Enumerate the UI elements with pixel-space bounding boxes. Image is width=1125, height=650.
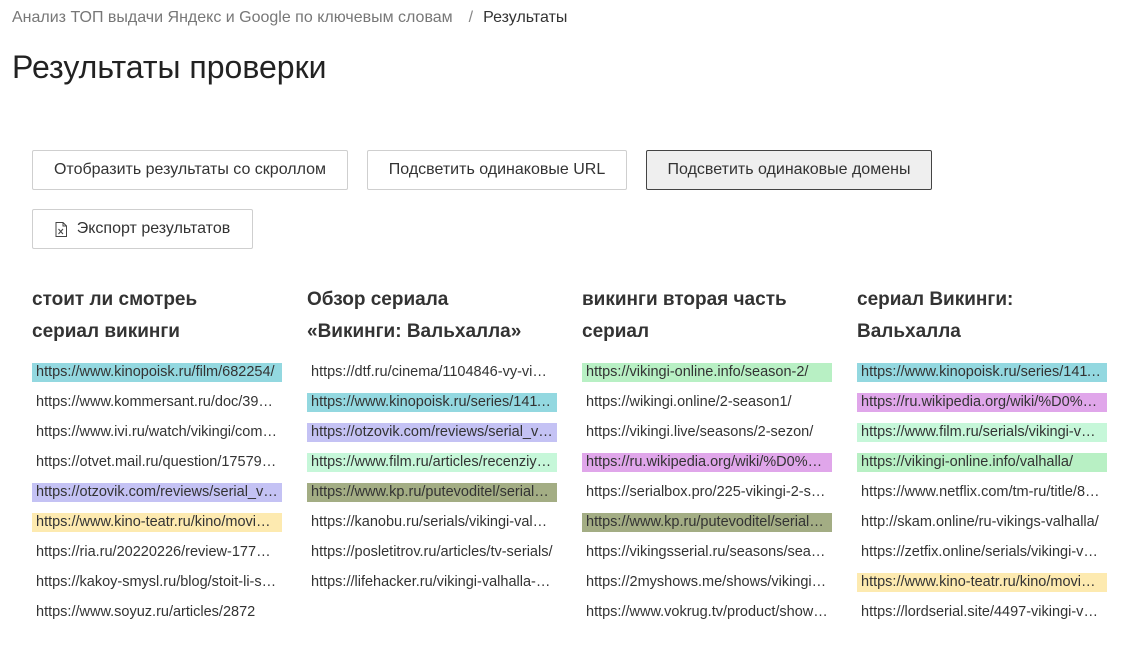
result-url-link[interactable]: https://www.netflix.com/tm-ru/title/8114… (857, 483, 1107, 502)
results-column: Обзор сериала «Викинги: Вальхалла» https… (307, 284, 557, 603)
result-url-link[interactable]: https://ru.wikipedia.org/wiki/%D0%92%D0%… (857, 393, 1107, 412)
keyword-title-line-1: викинги вторая часть (582, 289, 787, 310)
keyword-title-line-1: Обзор сериала (307, 289, 449, 310)
result-url-link[interactable]: https://vikingi.live/seasons/2-sezon/ (582, 423, 832, 442)
result-url-link[interactable]: https://vikingi-online.info/season-2/ (582, 363, 832, 382)
result-url-link[interactable]: https://otzovik.com/reviews/serial_vikin… (307, 423, 557, 442)
result-url-link[interactable]: https://zetfix.online/serials/vikingi-va… (857, 543, 1107, 562)
result-url-link[interactable]: https://www.film.ru/serials/vikingi-valh… (857, 423, 1107, 442)
keyword-title-line-1: сериал Викинги: (857, 289, 1014, 310)
breadcrumb-separator: / (468, 9, 474, 26)
export-results-label: Экспорт результатов (76, 220, 231, 237)
result-url-link[interactable]: https://lifehacker.ru/vikingi-valhalla-o… (307, 573, 557, 592)
highlight-same-domains-button[interactable]: Подсветить одинаковые домены (646, 150, 932, 190)
url-list: https://vikingi-online.info/season-2/htt… (582, 363, 832, 622)
result-url-link[interactable]: https://www.ivi.ru/watch/vikingi/compila… (32, 423, 282, 442)
result-url-link[interactable]: https://vikingi-online.info/valhalla/ (857, 453, 1107, 472)
keyword-title: викинги вторая часть сериал (582, 284, 832, 348)
result-url-link[interactable]: https://www.kino-teatr.ru/kino/movie/hol… (857, 573, 1107, 592)
breadcrumb: Анализ ТОП выдачи Яндекс и Google по клю… (12, 9, 567, 27)
url-list: https://dtf.ru/cinema/1104846-vy-vikingi… (307, 363, 557, 592)
breadcrumb-parent-link[interactable]: Анализ ТОП выдачи Яндекс и Google по клю… (12, 9, 453, 26)
keyword-title-line-1: стоит ли смотреь (32, 289, 198, 310)
result-url-link[interactable]: https://www.kino-teatr.ru/kino/movie/sov… (32, 513, 282, 532)
results-column: сериал Викинги: Вальхалла https://www.ki… (857, 284, 1107, 633)
keyword-title-line-2: сериал (582, 321, 650, 342)
result-url-link[interactable]: https://otvet.mail.ru/question/175790213 (32, 453, 282, 472)
result-url-link[interactable]: https://wikingi.online/2-season1/ (582, 393, 832, 412)
result-url-link[interactable]: http://skam.online/ru-vikings-valhalla/ (857, 513, 1107, 532)
result-url-link[interactable]: https://ria.ru/20220226/review-1775162.h… (32, 543, 282, 562)
breadcrumb-current: Результаты (483, 9, 568, 26)
result-url-link[interactable]: https://lordserial.site/4497-vikingi-val… (857, 603, 1107, 622)
result-url-link[interactable]: https://2myshows.me/shows/vikingi-2-sezo… (582, 573, 832, 592)
result-url-link[interactable]: https://ru.wikipedia.org/wiki/%D0%92%D0%… (582, 453, 832, 472)
page-title: Результаты проверки (12, 49, 327, 85)
url-list: https://www.kinopoisk.ru/film/682254/htt… (32, 363, 282, 622)
export-results-button[interactable]: Экспорт результатов (32, 209, 253, 249)
keyword-title-line-2: Вальхалла (857, 321, 961, 342)
result-url-link[interactable]: https://www.kommersant.ru/doc/3905431 (32, 393, 282, 412)
show-with-scroll-button[interactable]: Отобразить результаты со скроллом (32, 150, 348, 190)
result-url-link[interactable]: https://www.kinopoisk.ru/series/1411111/ (307, 393, 557, 412)
result-url-link[interactable]: https://www.vokrug.tv/product/show/vikin… (582, 603, 832, 622)
file-excel-icon (55, 221, 67, 237)
keyword-title: стоит ли смотреь сериал викинги (32, 284, 282, 348)
result-url-link[interactable]: https://kakoy-smysl.ru/blog/stoit-li-smo… (32, 573, 282, 592)
result-url-link[interactable]: https://dtf.ru/cinema/1104846-vy-vikingi (307, 363, 557, 382)
result-url-link[interactable]: https://www.kinopoisk.ru/film/682254/ (32, 363, 282, 382)
result-url-link[interactable]: https://www.kp.ru/putevoditel/serialy/vi… (307, 483, 557, 502)
url-list: https://www.kinopoisk.ru/series/1411111/… (857, 363, 1107, 622)
result-url-link[interactable]: https://www.kp.ru/putevoditel/serialy/vi… (582, 513, 832, 532)
result-url-link[interactable]: https://www.film.ru/articles/recenziya-v… (307, 453, 557, 472)
results-column: викинги вторая часть сериал https://viki… (582, 284, 832, 633)
result-url-link[interactable]: https://kanobu.ru/serials/vikingi-valhal… (307, 513, 557, 532)
result-url-link[interactable]: https://www.kinopoisk.ru/series/1411111/ (857, 363, 1107, 382)
keyword-title: Обзор сериала «Викинги: Вальхалла» (307, 284, 557, 348)
results-column: стоит ли смотреь сериал викинги https://… (32, 284, 282, 633)
result-url-link[interactable]: https://posletitrov.ru/articles/tv-seria… (307, 543, 557, 562)
result-url-link[interactable]: https://otzovik.com/reviews/serial_vikin… (32, 483, 282, 502)
keyword-title-line-2: «Викинги: Вальхалла» (307, 321, 522, 342)
result-url-link[interactable]: https://vikingsserial.ru/seasons/season-… (582, 543, 832, 562)
result-url-link[interactable]: https://serialbox.pro/225-vikingi-2-sezo… (582, 483, 832, 502)
result-url-link[interactable]: https://www.soyuz.ru/articles/2872 (32, 603, 282, 622)
highlight-same-url-button[interactable]: Подсветить одинаковые URL (367, 150, 627, 190)
keyword-title: сериал Викинги: Вальхалла (857, 284, 1107, 348)
keyword-title-line-2: сериал викинги (32, 321, 180, 342)
